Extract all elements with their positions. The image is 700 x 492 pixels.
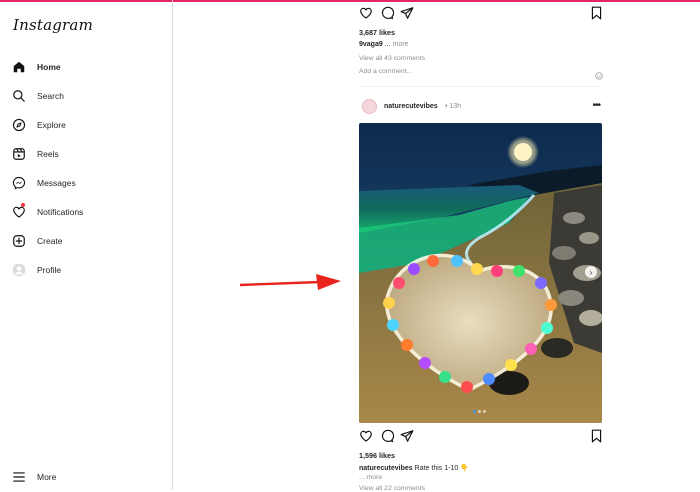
carousel-dot	[478, 410, 481, 413]
prev-post-caption: 9vaga9 ... more	[359, 41, 408, 48]
caption-more-link[interactable]: more	[392, 41, 408, 48]
sidebar: Instagram Home Search Explore Reels Mess…	[0, 0, 173, 490]
post-image[interactable]: ›	[359, 123, 602, 423]
caption-username[interactable]: naturecutevibes	[359, 465, 413, 472]
sidebar-item-create[interactable]: Create	[11, 231, 63, 251]
notification-dot	[21, 203, 25, 207]
search-icon	[11, 88, 27, 104]
prev-post-view-comments[interactable]: View all 43 comments	[359, 55, 425, 62]
sidebar-item-search[interactable]: Search	[11, 86, 64, 106]
heart-icon	[11, 203, 27, 220]
share-paper-plane-icon[interactable]	[400, 6, 414, 20]
red-pointer-arrow	[239, 274, 341, 290]
sidebar-item-explore[interactable]: Explore	[11, 115, 66, 135]
sidebar-item-label: Notifications	[37, 207, 84, 217]
prev-post-likes[interactable]: 3,687 likes	[359, 28, 395, 37]
messenger-icon	[11, 175, 27, 191]
post-likes[interactable]: 1,596 likes	[359, 451, 395, 460]
bookmark-icon[interactable]	[590, 429, 604, 443]
sidebar-item-label: Create	[37, 236, 63, 246]
feed: 3,687 likes 9vaga9 ... more View all 43 …	[359, 0, 603, 492]
beach-heart-illustration	[359, 123, 602, 423]
post-timestamp: • 13h	[445, 103, 462, 110]
instagram-logo[interactable]: Instagram	[13, 16, 93, 34]
comment-icon[interactable]	[380, 6, 395, 20]
profile-avatar-icon	[11, 262, 27, 278]
avatar[interactable]	[362, 99, 377, 114]
sidebar-item-label: Explore	[37, 120, 66, 130]
comment-icon[interactable]	[380, 429, 395, 443]
post-username[interactable]: naturecutevibes	[384, 103, 438, 110]
sidebar-item-notifications[interactable]: Notifications	[11, 202, 83, 222]
reels-icon	[11, 146, 27, 162]
carousel-dot	[473, 410, 476, 413]
sidebar-item-label: More	[37, 472, 57, 482]
carousel-dot	[483, 410, 486, 413]
sidebar-item-reels[interactable]: Reels	[11, 144, 59, 164]
carousel-next-button[interactable]: ›	[585, 266, 597, 278]
prev-post-action-bar	[359, 6, 602, 22]
carousel-indicator	[473, 410, 486, 413]
add-comment-input[interactable]: Add a comment...	[359, 68, 584, 75]
more-options-icon[interactable]: •••	[592, 100, 600, 111]
compass-icon	[11, 117, 27, 133]
sidebar-item-label: Messages	[37, 178, 76, 188]
sidebar-item-profile[interactable]: Profile	[11, 260, 61, 280]
post-caption: naturecutevibes Rate this 1-10 👇	[359, 464, 469, 472]
sidebar-item-label: Profile	[37, 265, 62, 275]
bookmark-icon[interactable]	[590, 6, 604, 20]
like-heart-icon[interactable]	[359, 6, 373, 20]
sidebar-item-home[interactable]: Home	[11, 57, 61, 77]
emoji-icon[interactable]	[595, 67, 603, 85]
caption-username[interactable]: 9vaga9	[359, 41, 383, 48]
sidebar-item-label: Home	[37, 62, 61, 72]
caption-text: Rate this 1-10 👇	[414, 465, 469, 472]
sidebar-item-label: Reels	[37, 149, 59, 159]
sidebar-item-more[interactable]: More	[11, 467, 56, 487]
home-icon	[11, 59, 27, 75]
share-paper-plane-icon[interactable]	[400, 429, 414, 443]
caption-more-link[interactable]: ... more	[359, 474, 382, 481]
like-heart-icon[interactable]	[359, 429, 373, 443]
hamburger-menu-icon	[11, 469, 27, 485]
sidebar-item-messages[interactable]: Messages	[11, 173, 76, 193]
plus-square-icon	[11, 233, 27, 249]
post-divider	[359, 86, 602, 87]
sidebar-item-label: Search	[37, 91, 64, 101]
post-view-comments[interactable]: View all 22 comments	[359, 485, 425, 492]
post-action-bar	[359, 429, 602, 445]
post-header: naturecutevibes • 13h •••	[359, 97, 602, 117]
